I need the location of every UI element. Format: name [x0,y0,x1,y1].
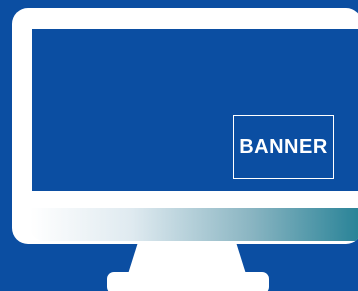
monitor-illustration: BANNER [0,0,358,291]
banner-label: BANNER [239,135,328,158]
monitor-screen: BANNER [32,29,358,191]
banner-placeholder: BANNER [233,115,334,179]
monitor-stand-base [107,272,269,291]
monitor-stand-neck [128,244,246,274]
monitor-chin-gradient [30,208,358,241]
monitor-bezel: BANNER [12,8,358,244]
